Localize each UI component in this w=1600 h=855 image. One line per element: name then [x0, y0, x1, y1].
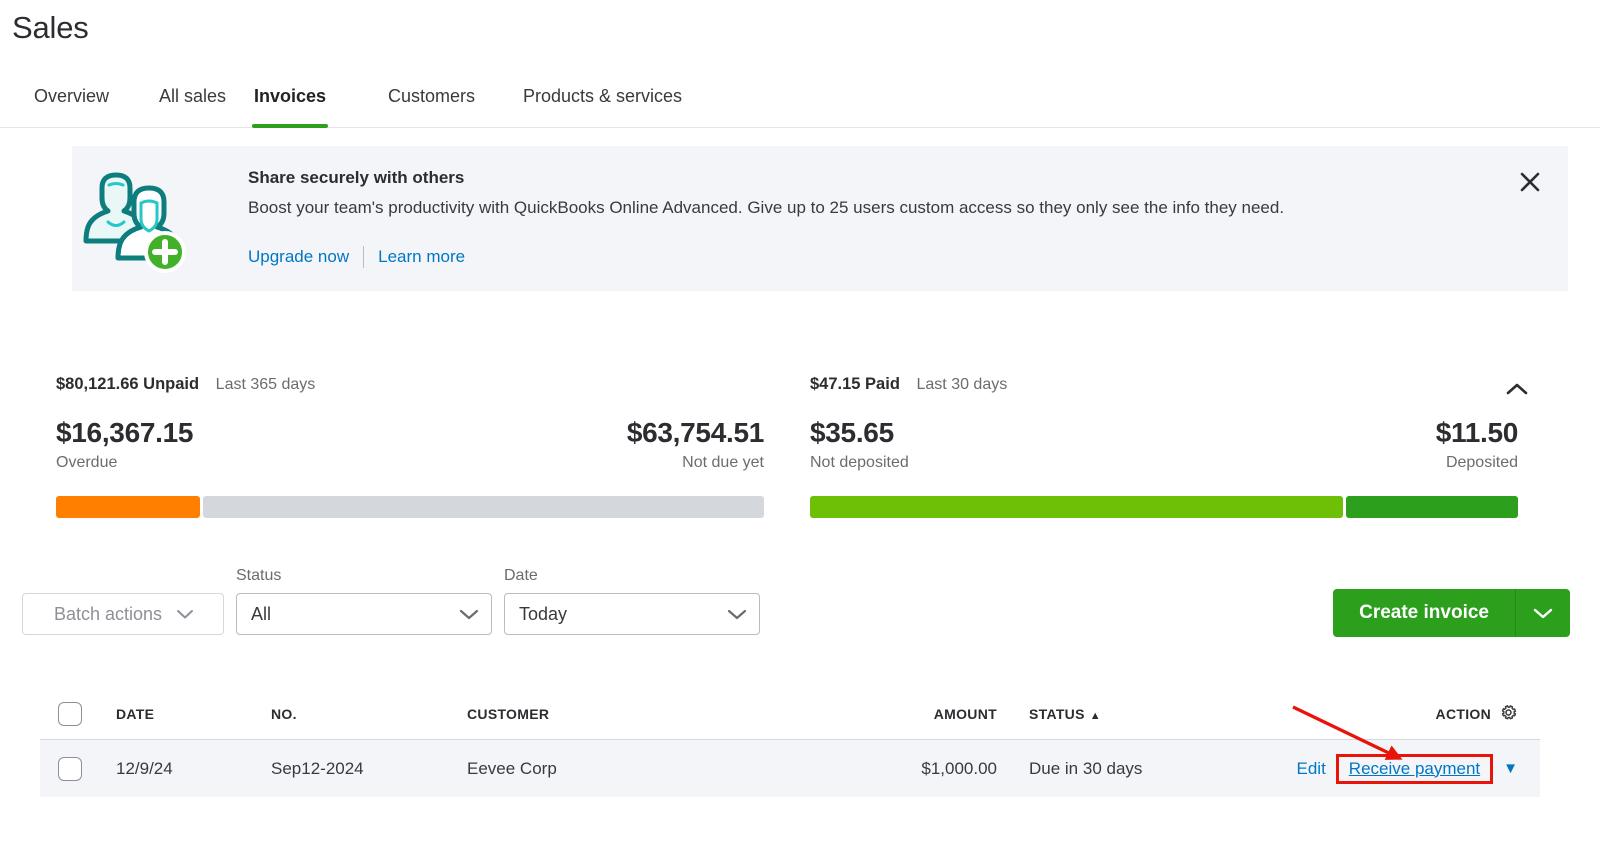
unpaid-total: $80,121.66 Unpaid — [56, 375, 200, 393]
column-header-amount[interactable]: AMOUNT — [801, 706, 997, 722]
chevron-down-icon — [177, 610, 194, 619]
create-invoice-button[interactable]: Create invoice — [1333, 589, 1516, 637]
not-due-yet-bar-segment — [202, 496, 764, 518]
tab-customers-label: Customers — [388, 86, 476, 106]
tab-bar: Overview All sales Invoices Customers Pr… — [0, 78, 1600, 128]
table-row[interactable]: 12/9/24 Sep12-2024 Eevee Corp $1,000.00 … — [40, 740, 1540, 797]
receive-payment-link[interactable]: Receive payment — [1343, 757, 1486, 780]
invoice-summary: $80,121.66 Unpaid Last 365 days $16,367.… — [0, 368, 1600, 528]
column-header-status[interactable]: STATUS ▲ — [997, 706, 1187, 722]
not-deposited-label: Not deposited — [810, 454, 909, 471]
chevron-up-icon[interactable] — [1500, 374, 1534, 404]
cell-status: Due in 30 days — [1029, 758, 1143, 778]
deposited-value: $11.50 — [1435, 417, 1519, 448]
banner-title: Share securely with others — [248, 168, 465, 187]
not-due-yet-value: $63,754.51 — [626, 417, 764, 448]
unpaid-heading: $80,121.66 Unpaid Last 365 days — [56, 375, 315, 394]
chevron-down-icon — [727, 609, 747, 619]
unpaid-progress-bar[interactable] — [56, 496, 764, 518]
not-deposited-value: $35.65 — [810, 417, 894, 448]
cell-action: Edit Receive payment ▼ — [1187, 753, 1540, 784]
receive-payment-highlight-box: Receive payment — [1335, 753, 1494, 784]
cell-no: Sep12-2024 — [271, 758, 364, 778]
upgrade-banner: Share securely with others Boost your te… — [72, 146, 1568, 291]
banner-links: Upgrade now Learn more — [248, 246, 465, 268]
paid-summary-panel: $47.15 Paid Last 30 days $35.65 Not depo… — [810, 368, 1518, 528]
cell-customer: Eevee Corp — [467, 758, 557, 778]
not-deposited-block: $35.65 Not deposited — [810, 416, 909, 472]
create-invoice-group: Create invoice — [1333, 589, 1570, 637]
edit-link[interactable]: Edit — [1297, 759, 1334, 779]
tab-overview-label: Overview — [34, 86, 110, 106]
paid-heading: $47.15 Paid Last 30 days — [810, 375, 1007, 394]
paid-range: Last 30 days — [916, 376, 1008, 393]
unpaid-range: Last 365 days — [215, 376, 316, 393]
column-header-status-label: STATUS — [1029, 705, 1085, 722]
banner-body: Boost your team's productivity with Quic… — [248, 198, 1285, 217]
gear-icon[interactable] — [1499, 703, 1518, 725]
date-filter-label: Date — [504, 567, 538, 584]
select-all-checkbox[interactable] — [58, 701, 82, 726]
tab-invoices[interactable]: Invoices — [252, 78, 329, 128]
tab-customers[interactable]: Customers — [386, 78, 477, 128]
overdue-block: $16,367.15 Overdue — [56, 416, 193, 472]
not-deposited-bar-segment — [810, 496, 1343, 518]
not-due-yet-block: $63,754.51 Not due yet — [627, 416, 764, 472]
column-header-no[interactable]: NO. — [271, 706, 467, 722]
overdue-label: Overdue — [56, 454, 118, 471]
cell-amount: $1,000.00 — [921, 758, 997, 778]
cell-date: 12/9/24 — [116, 758, 173, 778]
row-checkbox[interactable] — [58, 756, 82, 781]
page-title: Sales — [12, 10, 89, 45]
column-header-action: ACTION — [1187, 703, 1540, 725]
overdue-value: $16,367.15 — [56, 417, 194, 448]
column-header-action-label: ACTION — [1435, 705, 1491, 722]
status-filter-value: All — [251, 603, 272, 624]
column-header-date[interactable]: DATE — [116, 706, 271, 722]
batch-actions-dropdown[interactable]: Batch actions — [22, 593, 224, 635]
tab-products-services-label: Products & services — [523, 86, 683, 106]
not-due-yet-label: Not due yet — [682, 454, 764, 471]
upgrade-now-link[interactable]: Upgrade now — [248, 247, 349, 267]
create-invoice-label: Create invoice — [1359, 602, 1489, 623]
close-icon[interactable] — [1516, 168, 1544, 196]
row-action-caret-icon[interactable]: ▼ — [1501, 760, 1518, 777]
date-filter-dropdown[interactable]: Today — [504, 593, 760, 635]
select-all-cell — [40, 701, 116, 726]
table-header-row: DATE NO. CUSTOMER AMOUNT STATUS ▲ ACTION — [40, 688, 1540, 740]
deposited-block: $11.50 Deposited — [1435, 416, 1519, 472]
tab-invoices-label: Invoices — [254, 86, 327, 106]
active-tab-underline — [252, 124, 329, 128]
filter-toolbar: Batch actions Status All Date Today Crea… — [0, 565, 1600, 645]
chevron-down-icon — [1533, 608, 1553, 618]
paid-total: $47.15 Paid — [810, 375, 900, 393]
sort-ascending-icon: ▲ — [1089, 709, 1101, 722]
tab-overview[interactable]: Overview — [32, 78, 111, 128]
two-people-add-icon — [72, 160, 192, 278]
row-select-cell — [40, 756, 116, 781]
learn-more-link[interactable]: Learn more — [378, 247, 465, 267]
deposited-bar-segment — [1345, 496, 1518, 518]
paid-progress-bar[interactable] — [810, 496, 1518, 518]
deposited-label: Deposited — [1445, 454, 1518, 471]
batch-actions-label: Batch actions — [53, 603, 163, 624]
link-divider — [363, 246, 365, 268]
chevron-down-icon — [459, 609, 479, 619]
tab-products-services[interactable]: Products & services — [521, 78, 684, 128]
unpaid-summary-panel: $80,121.66 Unpaid Last 365 days $16,367.… — [56, 368, 764, 528]
column-header-customer[interactable]: CUSTOMER — [467, 706, 801, 722]
tab-all-sales[interactable]: All sales — [157, 78, 228, 128]
overdue-bar-segment — [56, 496, 200, 518]
invoice-table: DATE NO. CUSTOMER AMOUNT STATUS ▲ ACTION — [40, 688, 1540, 797]
tab-all-sales-label: All sales — [159, 86, 227, 106]
status-filter-dropdown[interactable]: All — [236, 593, 492, 635]
status-filter-label: Status — [236, 567, 282, 584]
date-filter-value: Today — [519, 603, 568, 624]
create-invoice-caret-button[interactable] — [1516, 589, 1570, 637]
sales-invoices-page: Sales Overview All sales Invoices Custom… — [0, 0, 1600, 855]
